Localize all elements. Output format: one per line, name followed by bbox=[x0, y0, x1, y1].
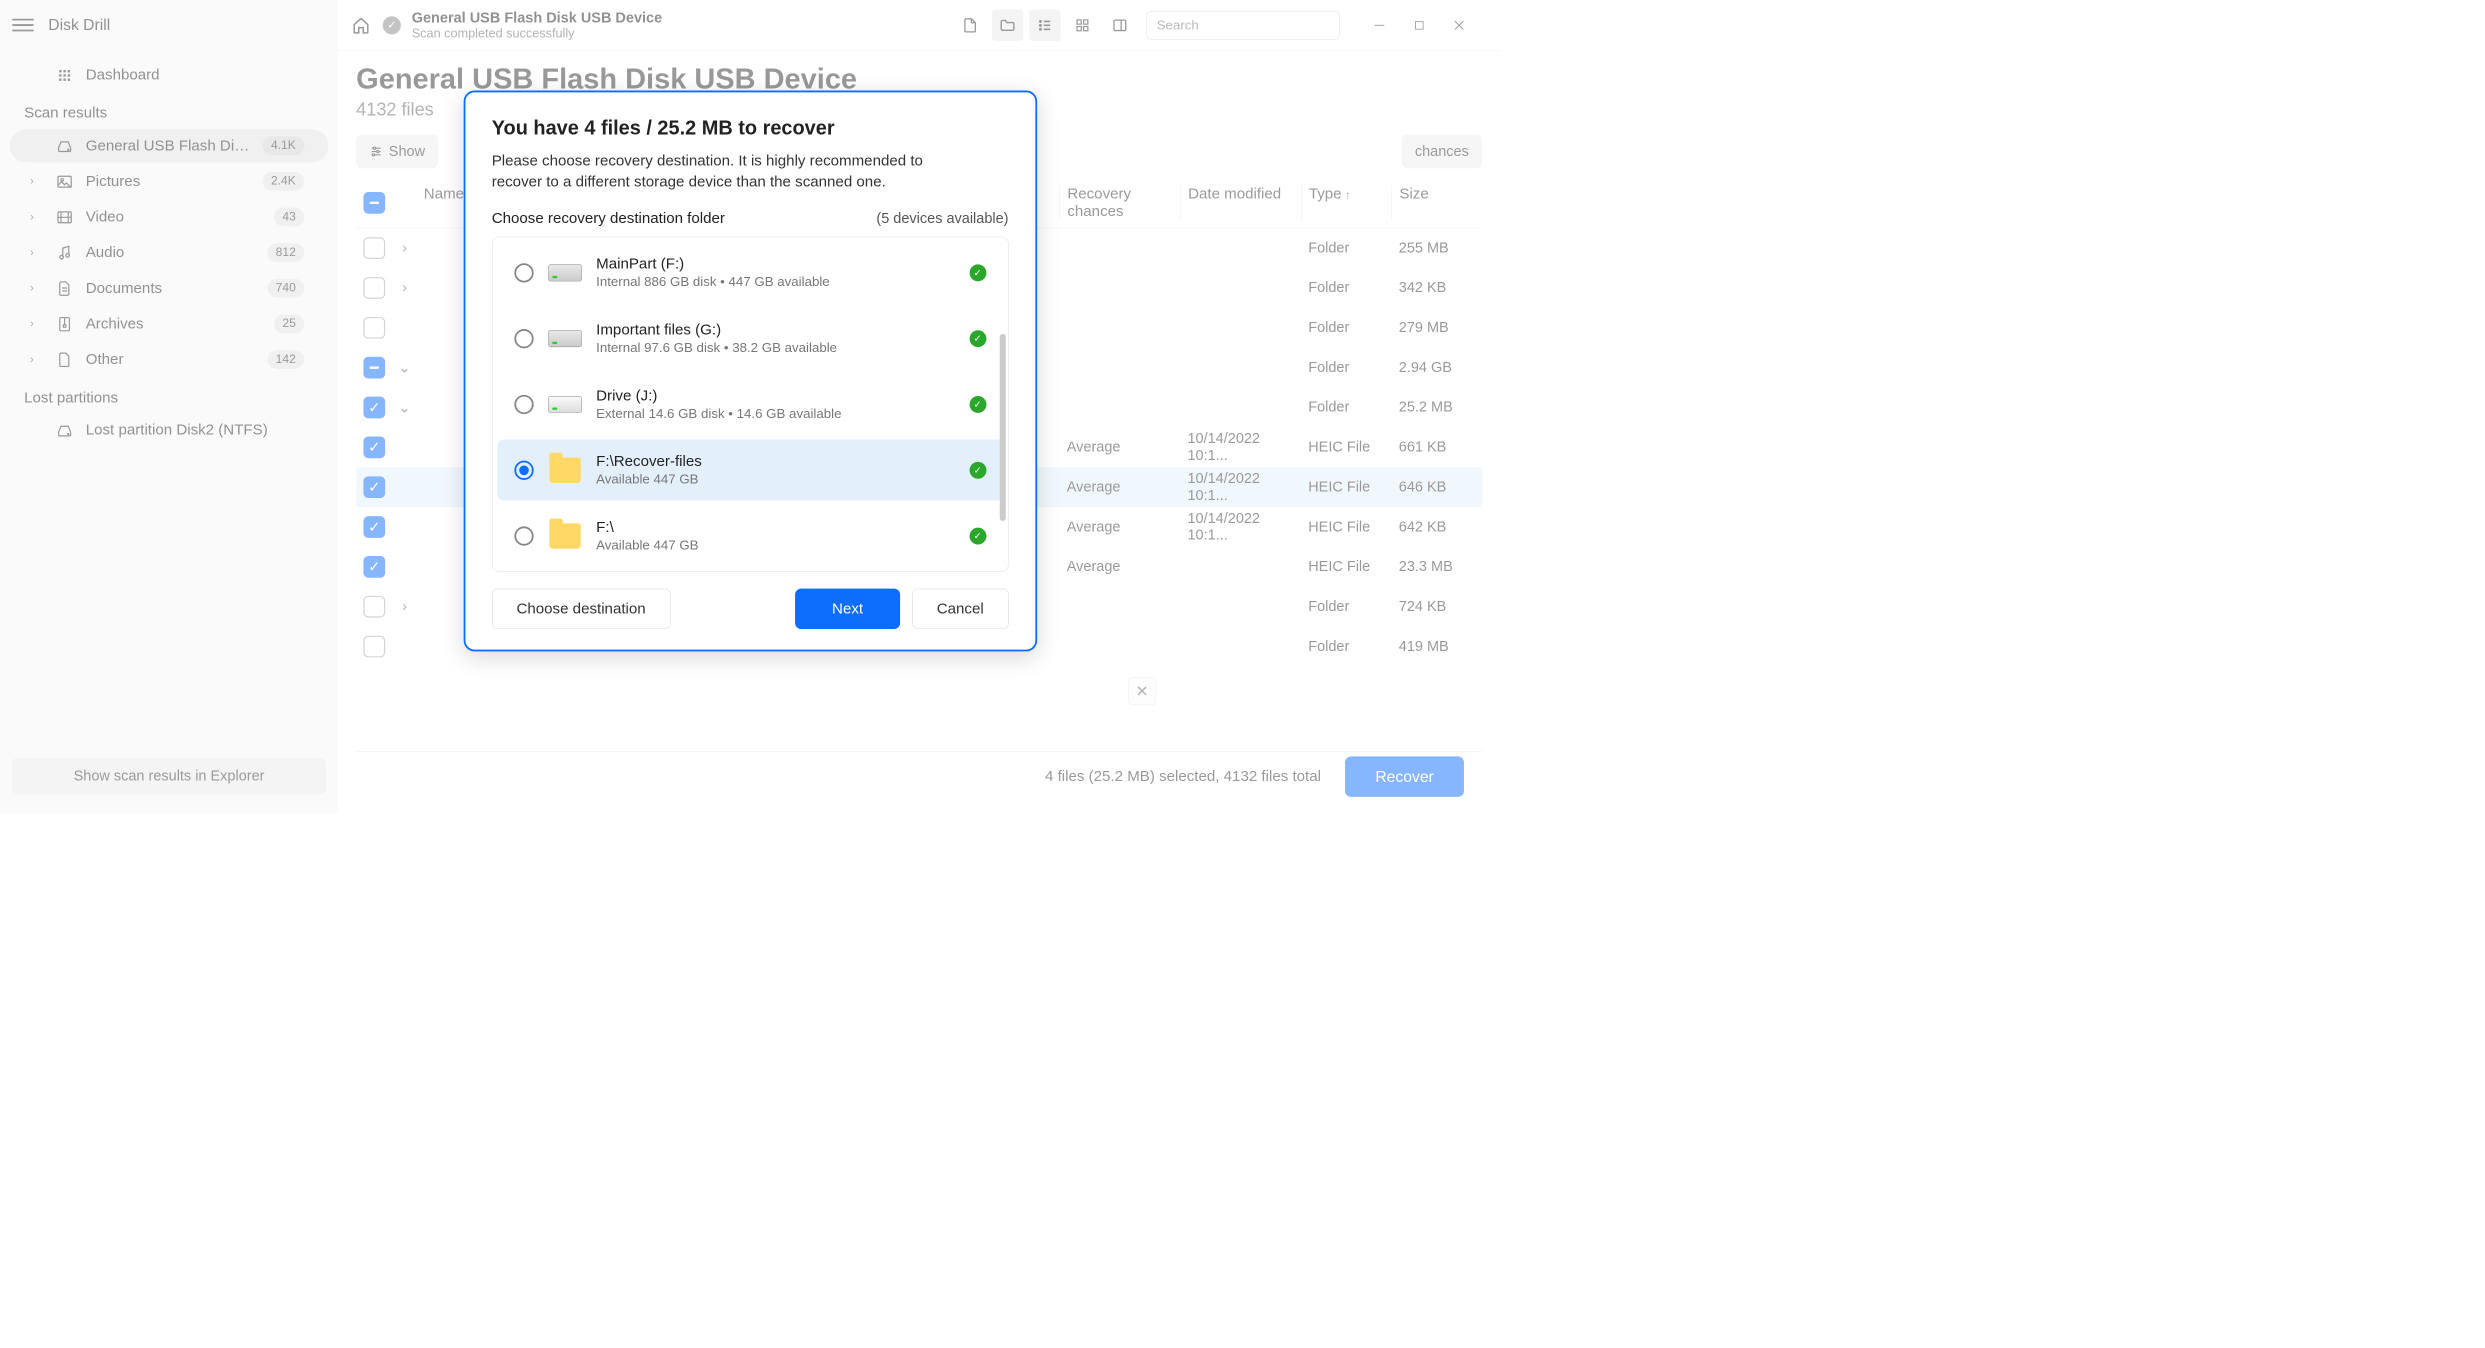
dialog-subheading: Choose recovery destination folder bbox=[492, 209, 725, 227]
next-button[interactable]: Next bbox=[795, 589, 900, 629]
destination-detail: Available 447 GB bbox=[596, 537, 955, 553]
destination-item[interactable]: F:\Recover-filesAvailable 447 GB ✓ bbox=[497, 439, 1003, 500]
check-circle-icon: ✓ bbox=[969, 330, 986, 347]
radio-icon[interactable] bbox=[514, 395, 533, 414]
dialog-buttons: Choose destination Next Cancel bbox=[492, 589, 1009, 629]
destination-detail: Internal 886 GB disk • 447 GB available bbox=[596, 274, 955, 290]
radio-icon[interactable] bbox=[514, 526, 533, 545]
dialog-description: Please choose recovery destination. It i… bbox=[492, 150, 975, 192]
radio-icon[interactable] bbox=[514, 263, 533, 282]
dialog-title: You have 4 files / 25.2 MB to recover bbox=[492, 117, 1009, 140]
destination-item[interactable]: F:\Available 447 GB ✓ bbox=[497, 505, 1003, 566]
destination-info: Important files (G:)Internal 97.6 GB dis… bbox=[596, 321, 955, 355]
destination-info: F:\Recover-filesAvailable 447 GB bbox=[596, 453, 955, 487]
destination-info: MainPart (F:)Internal 886 GB disk • 447 … bbox=[596, 255, 955, 289]
check-circle-icon: ✓ bbox=[969, 264, 986, 281]
destination-list[interactable]: MainPart (F:)Internal 886 GB disk • 447 … bbox=[492, 237, 1009, 572]
destination-detail: Internal 97.6 GB disk • 38.2 GB availabl… bbox=[596, 340, 955, 356]
recover-dialog: You have 4 files / 25.2 MB to recover Pl… bbox=[463, 91, 1037, 652]
check-circle-icon: ✓ bbox=[969, 462, 986, 479]
destination-name: F:\ bbox=[596, 519, 955, 537]
modal-overlay: You have 4 files / 25.2 MB to recover Pl… bbox=[0, 0, 1500, 814]
destination-name: MainPart (F:) bbox=[596, 255, 955, 273]
destination-item[interactable]: MainPart (F:)Internal 886 GB disk • 447 … bbox=[497, 242, 1003, 303]
cancel-button[interactable]: Cancel bbox=[912, 589, 1008, 629]
radio-icon[interactable] bbox=[514, 460, 533, 479]
check-circle-icon: ✓ bbox=[969, 396, 986, 413]
destination-info: Drive (J:)External 14.6 GB disk • 14.6 G… bbox=[596, 387, 955, 421]
drive-icon bbox=[548, 264, 582, 281]
dialog-sub-row: Choose recovery destination folder (5 de… bbox=[492, 209, 1009, 227]
destination-name: Important files (G:) bbox=[596, 321, 955, 339]
scrollbar-thumb[interactable] bbox=[999, 334, 1005, 521]
destination-detail: External 14.6 GB disk • 14.6 GB availabl… bbox=[596, 406, 955, 422]
folder-icon bbox=[549, 457, 580, 482]
drive-icon bbox=[548, 396, 582, 413]
destination-name: F:\Recover-files bbox=[596, 453, 955, 471]
dialog-devices-count: (5 devices available) bbox=[876, 210, 1008, 227]
check-circle-icon: ✓ bbox=[969, 527, 986, 544]
folder-icon bbox=[549, 523, 580, 548]
destination-item[interactable]: Drive (J:)External 14.6 GB disk • 14.6 G… bbox=[497, 374, 1003, 435]
destination-name: Drive (J:) bbox=[596, 387, 955, 405]
destination-item[interactable]: Important files (G:)Internal 97.6 GB dis… bbox=[497, 308, 1003, 369]
choose-destination-button[interactable]: Choose destination bbox=[492, 589, 671, 629]
radio-icon[interactable] bbox=[514, 329, 533, 348]
destination-info: F:\Available 447 GB bbox=[596, 519, 955, 553]
drive-icon bbox=[548, 330, 582, 347]
destination-detail: Available 447 GB bbox=[596, 471, 955, 487]
